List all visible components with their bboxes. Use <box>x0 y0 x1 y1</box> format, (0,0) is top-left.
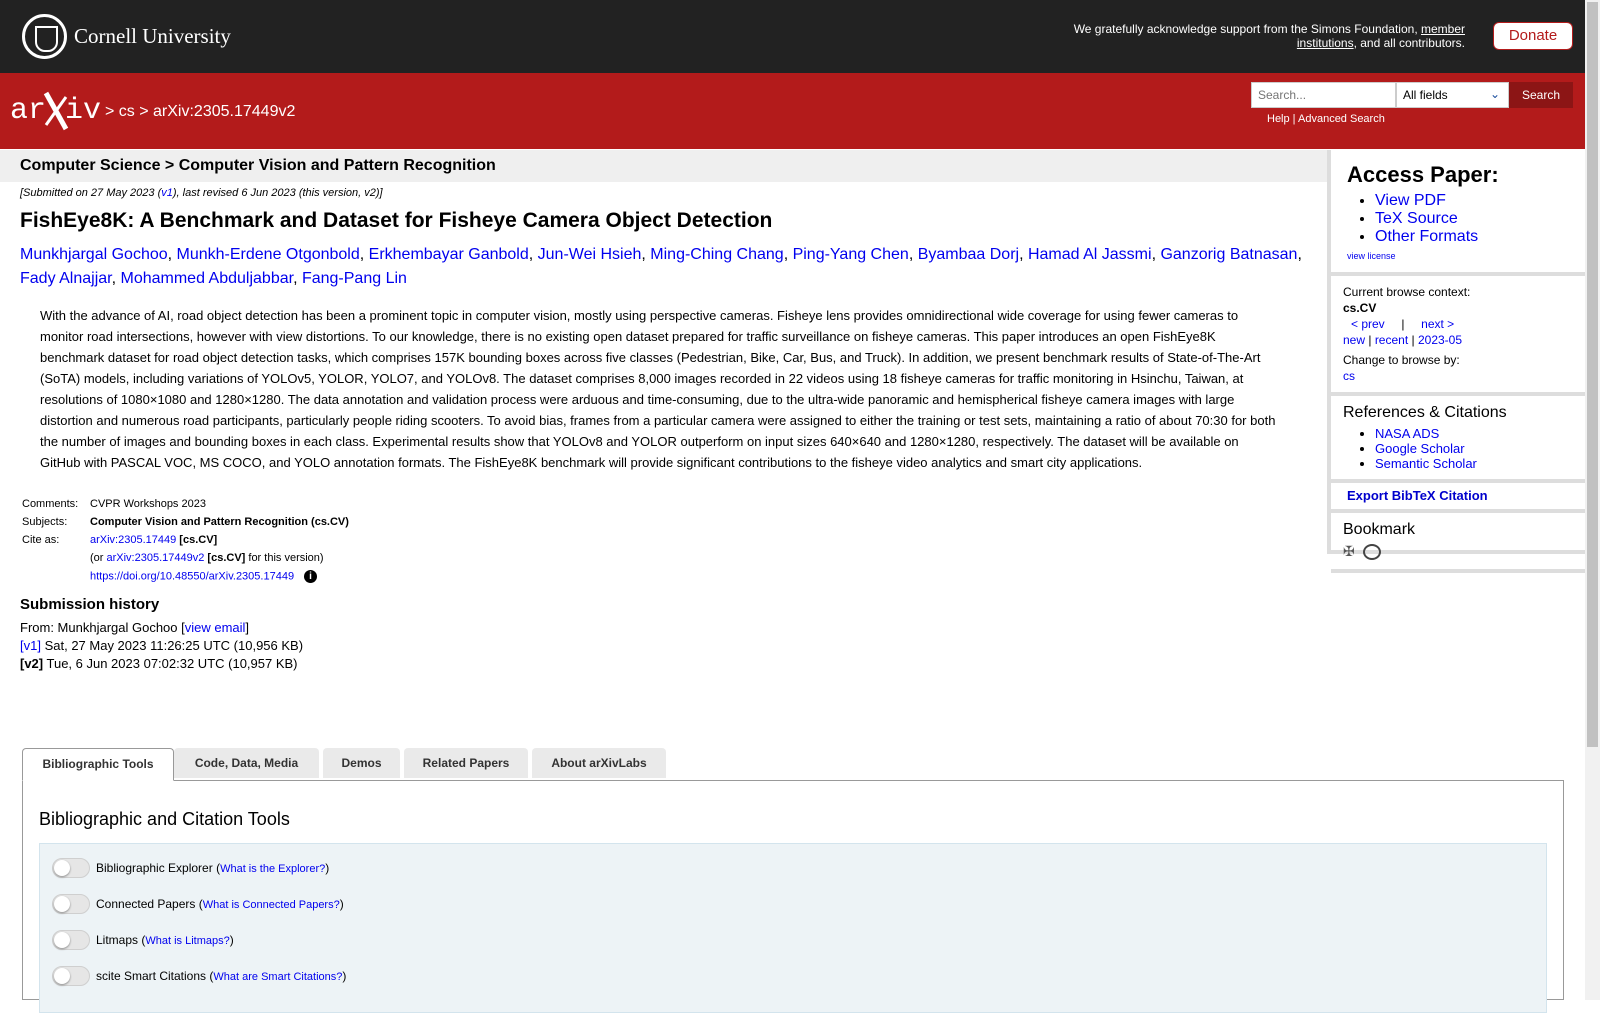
author-link[interactable]: Ping-Yang Chen <box>793 246 909 263</box>
author-link[interactable]: Ganzorig Batnasan <box>1160 246 1297 263</box>
paper-main: [Submitted on 27 May 2023 (v1), last rev… <box>20 182 1320 673</box>
author-link[interactable]: Byambaa Dorj <box>918 246 1019 263</box>
panel-title: Bibliographic and Citation Tools <box>39 809 290 829</box>
author-link[interactable]: Munkhjargal Gochoo <box>20 246 168 263</box>
submission-history: Submission history From: Munkhjargal Goc… <box>20 596 304 671</box>
semantic-scholar-link[interactable]: Semantic Scholar <box>1375 456 1477 471</box>
next-link[interactable]: next > <box>1421 317 1454 331</box>
v1-link[interactable]: v1 <box>161 187 173 199</box>
tab-demos[interactable]: Demos <box>323 748 400 778</box>
bibsonomy-icon[interactable]: ✠ <box>1343 543 1359 559</box>
search-button[interactable]: Search <box>1509 82 1573 108</box>
submission-dateline: [Submitted on 27 May 2023 (v1), last rev… <box>20 187 383 199</box>
nasa-ads-link[interactable]: NASA ADS <box>1375 426 1439 441</box>
advanced-search-link[interactable]: Advanced Search <box>1298 113 1385 125</box>
connected-papers-help-link[interactable]: What is Connected Papers? <box>203 899 340 911</box>
help-links: Help | Advanced Search <box>1267 113 1385 125</box>
search-field-select[interactable]: All fields ⌄ <box>1396 82 1509 108</box>
bookmark-block: Bookmark ✠ <box>1331 513 1585 573</box>
explorer-help-link[interactable]: What is the Explorer? <box>220 863 325 875</box>
scrollbar-thumb[interactable] <box>1587 2 1598 747</box>
access-paper-block: Access Paper: View PDF TeX Source Other … <box>1331 150 1585 276</box>
month-link[interactable]: 2023-05 <box>1418 333 1462 347</box>
search-input[interactable] <box>1251 82 1396 108</box>
author-link[interactable]: Fady Alnajjar <box>20 270 112 287</box>
other-formats-link[interactable]: Other Formats <box>1375 228 1478 245</box>
scrollbar[interactable] <box>1585 0 1600 1000</box>
author-link[interactable]: Munkh-Erdene Otgonbold <box>177 246 360 263</box>
history-v1-link[interactable]: [v1] <box>20 638 41 653</box>
author-list: Munkhjargal Gochoo, Munkh-Erdene Otgonbo… <box>20 246 1302 287</box>
donate-button[interactable]: Donate <box>1493 22 1573 50</box>
abstract: With the advance of AI, road object dete… <box>40 308 1276 470</box>
breadcrumb-cs[interactable]: cs <box>119 103 135 120</box>
tab-about-arxivlabs[interactable]: About arXivLabs <box>532 748 666 778</box>
subjects-value: Computer Vision and Pattern Recognition … <box>90 516 349 528</box>
export-block: Export BibTeX Citation <box>1331 483 1585 513</box>
tab-related-papers[interactable]: Related Papers <box>404 748 528 778</box>
doi-link[interactable]: https://doi.org/10.48550/arXiv.2305.1744… <box>90 570 294 582</box>
tab-bibliographic-tools[interactable]: Bibliographic Tools <box>22 748 174 781</box>
view-pdf-link[interactable]: View PDF <box>1375 192 1446 209</box>
breadcrumb-id: arXiv:2305.17449v2 <box>153 103 296 120</box>
explorer-toggle[interactable] <box>52 858 90 878</box>
svg-text:ar: ar <box>10 94 46 128</box>
help-link[interactable]: Help <box>1267 113 1290 125</box>
connected-papers-toggle[interactable] <box>52 894 90 914</box>
svg-text:iv: iv <box>65 94 101 128</box>
category-header: Computer Science > Computer Vision and P… <box>0 150 1328 182</box>
info-icon[interactable]: i <box>304 570 318 583</box>
cornell-seal-icon[interactable] <box>22 14 67 59</box>
new-link[interactable]: new <box>1343 333 1365 347</box>
metadata-table: Comments: CVPR Workshops 2023 Subjects: Co… <box>20 495 351 586</box>
litmaps-help-link[interactable]: What is Litmaps? <box>145 935 229 947</box>
reddit-icon[interactable] <box>1363 543 1382 560</box>
tab-code-data-media[interactable]: Code, Data, Media <box>174 748 319 778</box>
author-link[interactable]: Ming-Ching Chang <box>650 246 783 263</box>
cite-v2-link[interactable]: arXiv:2305.17449v2 <box>107 552 205 564</box>
paper-title: FishEye8K: A Benchmark and Dataset for F… <box>20 209 773 232</box>
chevron-down-icon: ⌄ <box>1489 87 1500 101</box>
author-link[interactable]: Mohammed Abduljabbar <box>121 270 294 287</box>
arxiv-logo[interactable]: ar iv <box>10 91 102 131</box>
view-license-link[interactable]: view license <box>1347 251 1396 261</box>
cornell-university-logo[interactable]: Cornell University <box>74 24 231 49</box>
author-link[interactable]: Erkhembayar Ganbold <box>369 246 529 263</box>
view-email-link[interactable]: view email <box>185 620 246 635</box>
litmaps-toggle[interactable] <box>52 930 90 950</box>
author-link[interactable]: Jun-Wei Hsieh <box>538 246 642 263</box>
author-link[interactable]: Hamad Al Jassmi <box>1028 246 1152 263</box>
support-acknowledgement: We gratefully acknowledge support from t… <box>1073 22 1465 50</box>
references-block: References & Citations NASA ADS Google S… <box>1331 396 1585 483</box>
google-scholar-link[interactable]: Google Scholar <box>1375 441 1465 456</box>
export-bibtex-link[interactable]: Export BibTeX Citation <box>1347 488 1488 503</box>
tools-panel: Bibliographic and Citation Tools Bibliog… <box>22 780 1564 1013</box>
browse-context-block: Current browse context: cs.CV < prev | n… <box>1331 276 1585 396</box>
recent-link[interactable]: recent <box>1375 333 1408 347</box>
prev-link[interactable]: < prev <box>1351 317 1385 331</box>
scite-toggle[interactable] <box>52 966 90 986</box>
browse-cs-link[interactable]: cs <box>1343 369 1355 383</box>
tools-box: Bibliographic Explorer (What is the Expl… <box>39 843 1547 1013</box>
tex-source-link[interactable]: TeX Source <box>1375 210 1458 227</box>
comments-value: CVPR Workshops 2023 <box>90 498 206 510</box>
cornell-banner: Cornell University We gratefully acknowl… <box>0 0 1585 73</box>
sidebar: Access Paper: View PDF TeX Source Other … <box>1327 150 1585 573</box>
scite-help-link[interactable]: What are Smart Citations? <box>213 971 342 983</box>
cite-link[interactable]: arXiv:2305.17449 <box>90 534 176 546</box>
author-link[interactable]: Fang-Pang Lin <box>302 270 407 287</box>
arxiv-header: ar iv > cs > arXiv:2305.17449v2 All fiel… <box>0 73 1585 149</box>
breadcrumb: > cs > arXiv:2305.17449v2 <box>105 103 296 120</box>
